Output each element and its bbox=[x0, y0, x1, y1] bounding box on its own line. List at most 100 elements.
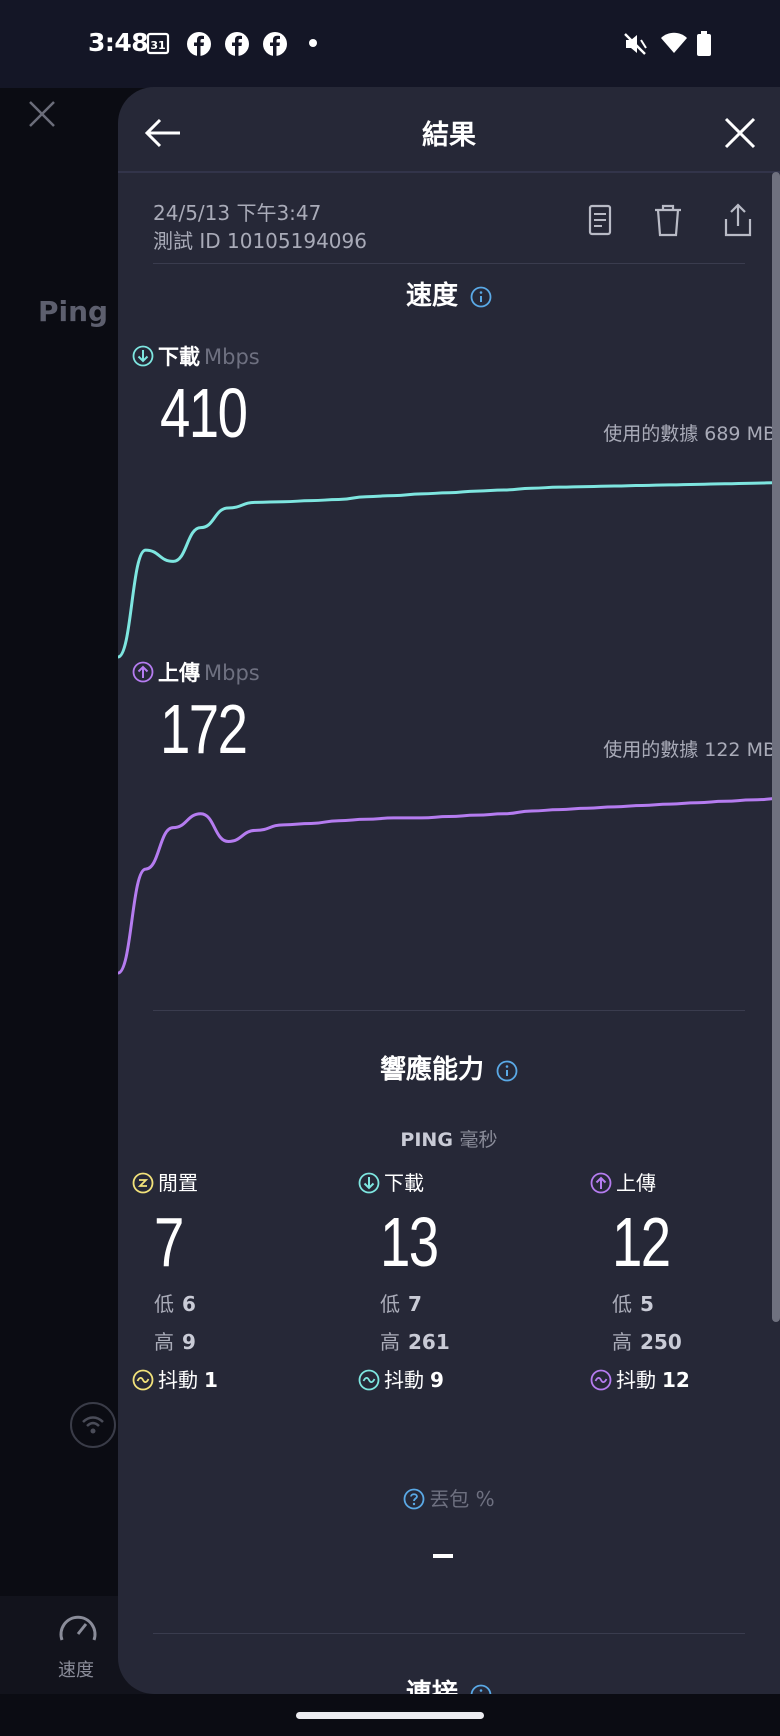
wifi-icon bbox=[661, 32, 687, 53]
gesture-bar[interactable] bbox=[296, 1712, 484, 1719]
high-value: 250 bbox=[640, 1330, 682, 1354]
meta-divider bbox=[153, 263, 745, 264]
speed-divider bbox=[153, 1010, 745, 1011]
ping-download-jitter: 抖動 9 bbox=[358, 1364, 538, 1393]
high-value: 9 bbox=[182, 1330, 196, 1354]
jitter-label: 抖動 bbox=[158, 1368, 198, 1392]
ping-idle-low: 低6 bbox=[154, 1288, 312, 1316]
test-id: 測試 ID 10105194096 bbox=[153, 229, 367, 253]
upload-arrow-icon bbox=[590, 1172, 612, 1194]
report-icon[interactable] bbox=[580, 201, 620, 241]
mute-icon bbox=[624, 33, 647, 55]
ping-idle-label-text: 閒置 bbox=[158, 1171, 198, 1195]
upload-speed-line bbox=[118, 797, 780, 975]
ping-idle-jitter: 抖動 1 bbox=[132, 1364, 312, 1393]
responsiveness-divider bbox=[153, 1633, 745, 1634]
low-label: 低 bbox=[380, 1292, 400, 1316]
jitter-label: 抖動 bbox=[384, 1368, 424, 1392]
speedometer-icon bbox=[59, 1615, 97, 1641]
wifi-icon bbox=[82, 1416, 104, 1434]
download-data-used: 使用的數據 689 MB bbox=[603, 423, 776, 445]
background-wifi-button[interactable] bbox=[70, 1402, 116, 1448]
download-arrow-icon bbox=[132, 345, 154, 367]
ping-idle-high: 高9 bbox=[154, 1326, 312, 1354]
connection-title-text: 連接 bbox=[405, 1679, 458, 1694]
low-label: 低 bbox=[154, 1292, 174, 1316]
upload-data-used: 使用的數據 122 MB bbox=[603, 739, 776, 761]
help-icon[interactable] bbox=[403, 1488, 425, 1510]
jitter-value: 9 bbox=[430, 1368, 444, 1392]
packet-loss-value bbox=[433, 1554, 453, 1558]
upload-value: 172 bbox=[160, 690, 248, 768]
high-label: 高 bbox=[154, 1330, 174, 1354]
ping-idle-label: 閒置 bbox=[132, 1167, 312, 1196]
share-icon[interactable] bbox=[718, 201, 758, 241]
upload-label-text: 上傳 bbox=[158, 661, 200, 685]
ping-idle-column: 閒置 7 低6 高9 抖動 1 bbox=[132, 1167, 312, 1393]
ping-upload-jitter: 抖動 12 bbox=[590, 1364, 770, 1393]
responsiveness-section-title: 響應能力 bbox=[118, 1049, 780, 1086]
dot-icon bbox=[309, 39, 317, 47]
download-label: 下載 Mbps bbox=[132, 341, 260, 371]
ping-download-label: 下載 bbox=[358, 1167, 538, 1196]
facebook-icon bbox=[225, 32, 249, 56]
responsiveness-title-text: 響應能力 bbox=[379, 1055, 484, 1085]
svg-text:31: 31 bbox=[150, 39, 165, 52]
info-icon[interactable] bbox=[496, 1060, 518, 1082]
test-date: 24/5/13 下午3:47 bbox=[153, 201, 322, 225]
jitter-icon bbox=[358, 1369, 380, 1391]
download-value: 410 bbox=[160, 374, 248, 452]
header-divider bbox=[118, 171, 780, 173]
upload-unit: Mbps bbox=[204, 661, 260, 685]
ping-heading: PING 毫秒 bbox=[118, 1125, 780, 1152]
ping-download-column: 下載 13 低7 高 261 抖動 9 bbox=[358, 1167, 538, 1393]
scrollbar[interactable] bbox=[772, 172, 780, 1322]
info-icon[interactable] bbox=[470, 1684, 492, 1695]
trash-icon[interactable] bbox=[648, 201, 688, 241]
idle-icon bbox=[132, 1172, 154, 1194]
low-value: 6 bbox=[182, 1292, 196, 1316]
jitter-icon bbox=[590, 1369, 612, 1391]
ping-download-label-text: 下載 bbox=[384, 1171, 424, 1195]
upload-label: 上傳 Mbps bbox=[132, 657, 260, 687]
jitter-value: 1 bbox=[204, 1368, 218, 1392]
download-unit: Mbps bbox=[204, 345, 260, 369]
background-nav-label: 速度 bbox=[58, 1660, 94, 1681]
jitter-value: 12 bbox=[662, 1368, 690, 1392]
low-value: 7 bbox=[408, 1292, 422, 1316]
connection-section-title: 連接 bbox=[118, 1673, 780, 1694]
packet-loss-label: 丟包 % bbox=[118, 1483, 780, 1512]
download-label-text: 下載 bbox=[158, 345, 200, 369]
ping-upload-column: 上傳 12 低5 高 250 抖動 12 bbox=[590, 1167, 770, 1393]
packet-loss-unit: % bbox=[475, 1487, 495, 1511]
ping-download-value: 13 bbox=[380, 1203, 439, 1281]
page-title: 結果 bbox=[422, 120, 476, 151]
speed-section-title: 速度 bbox=[118, 275, 780, 312]
calendar-icon: 31 bbox=[146, 32, 170, 55]
low-label: 低 bbox=[612, 1292, 632, 1316]
download-arrow-icon bbox=[358, 1172, 380, 1194]
packet-loss-text: 丟包 bbox=[429, 1487, 470, 1511]
upload-speed-chart bbox=[118, 797, 780, 975]
ping-idle-value: 7 bbox=[154, 1203, 184, 1281]
ping-upload-low: 低5 bbox=[612, 1288, 770, 1316]
results-sheet: 結果 24/5/13 下午3:47 測試 ID 10105194096 速度 下… bbox=[118, 87, 780, 1694]
ping-upload-value: 12 bbox=[612, 1203, 671, 1281]
ping-download-low: 低7 bbox=[380, 1288, 538, 1316]
high-value: 261 bbox=[408, 1330, 450, 1354]
ping-unit: 毫秒 bbox=[459, 1129, 498, 1151]
facebook-icon bbox=[263, 32, 287, 56]
close-icon[interactable] bbox=[28, 100, 56, 128]
upload-arrow-icon bbox=[132, 661, 154, 683]
status-bar: 3:48 31 bbox=[0, 0, 780, 88]
ping-upload-label: 上傳 bbox=[590, 1167, 770, 1196]
jitter-label: 抖動 bbox=[616, 1368, 656, 1392]
low-value: 5 bbox=[640, 1292, 654, 1316]
ping-download-high: 高 261 bbox=[380, 1326, 538, 1354]
info-icon[interactable] bbox=[470, 286, 492, 308]
close-icon[interactable] bbox=[716, 109, 764, 157]
status-time: 3:48 bbox=[88, 28, 149, 57]
ping-label: PING bbox=[400, 1129, 453, 1151]
speed-title-text: 速度 bbox=[405, 281, 458, 311]
ping-upload-high: 高 250 bbox=[612, 1326, 770, 1354]
